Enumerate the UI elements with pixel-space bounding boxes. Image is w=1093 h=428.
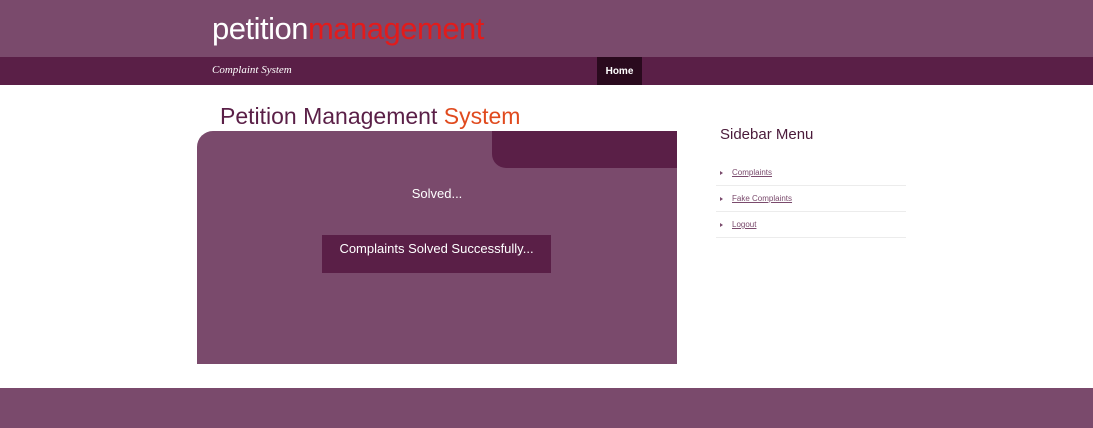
site-logo[interactable]: petitionmanagement xyxy=(212,10,484,48)
logo-text-petition: petition xyxy=(212,11,308,46)
sidebar-title: Sidebar Menu xyxy=(720,126,814,143)
nav-home-link[interactable]: Home xyxy=(597,57,642,85)
page-title: Petition Management System xyxy=(220,102,520,130)
complaints-link[interactable]: Complaints xyxy=(732,168,772,177)
top-header: petitionmanagement xyxy=(0,0,1093,57)
content-panel-tab xyxy=(492,131,677,168)
page-footer xyxy=(0,388,1093,428)
sidebar-item-logout: Logout xyxy=(716,212,906,238)
sidebar-item-fake-complaints: Fake Complaints xyxy=(716,186,906,212)
triangle-right-icon xyxy=(720,170,723,175)
triangle-right-icon xyxy=(720,196,723,201)
sidebar-menu: Complaints Fake Complaints Logout xyxy=(716,160,906,238)
page-title-accent: System xyxy=(443,103,521,129)
site-tagline: Complaint System xyxy=(212,64,292,76)
triangle-right-icon xyxy=(720,222,723,227)
success-message-box: Complaints Solved Successfully... xyxy=(322,235,551,273)
navbar: Complaint System Home xyxy=(0,57,1093,85)
fake-complaints-link[interactable]: Fake Complaints xyxy=(732,194,792,203)
success-message-text: Complaints Solved Successfully... xyxy=(339,241,534,256)
logo-text-management: management xyxy=(307,11,484,46)
content-panel: Solved... Complaints Solved Successfully… xyxy=(197,131,677,364)
page-title-main: Petition Management xyxy=(220,103,444,129)
sidebar-item-complaints: Complaints xyxy=(716,160,906,186)
logout-link[interactable]: Logout xyxy=(732,220,756,229)
status-text: Solved... xyxy=(411,186,463,201)
